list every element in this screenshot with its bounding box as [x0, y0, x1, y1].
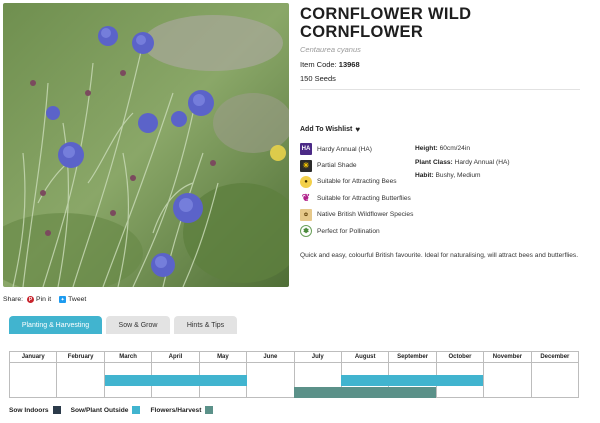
product-description: Quick and easy, colourful British favour… — [300, 252, 579, 259]
heart-icon: ♥ — [355, 125, 361, 134]
wishlist-label: Add To Wishlist — [300, 126, 353, 133]
calendar-month-october: October — [437, 352, 485, 362]
habit-property: Habit: Bushy, Medium — [415, 170, 595, 184]
calendar-month-january: January — [10, 352, 58, 362]
height-property: Height: 60cm/24in — [415, 143, 595, 157]
calendar-month-december: December — [540, 354, 570, 360]
habit-value: Bushy, Medium — [435, 172, 481, 179]
calendar-cell — [247, 363, 295, 398]
calendar-cell — [57, 363, 105, 398]
item-code-value: 13968 — [338, 60, 360, 69]
add-to-wishlist-link[interactable]: Add To Wishlist ♥ — [300, 125, 360, 134]
feature-label: Native British Wildflower Species — [317, 211, 414, 219]
tweet-button[interactable]: ✦ Tweet — [59, 296, 86, 303]
feature-butterflies: ❦ Suitable for Attracting Butterflies — [300, 190, 415, 206]
cornflower-image — [3, 3, 289, 287]
share-bar: Share: P Pin it ✦ Tweet — [3, 296, 86, 303]
legend-swatch-sow-outside — [132, 406, 141, 414]
planting-calendar: January February March April May June July Augu… — [9, 351, 579, 398]
feature-label: Hardy Annual (HA) — [317, 145, 372, 153]
butterfly-icon: ❦ — [300, 192, 312, 205]
legend-swatch-sow-indoors — [52, 406, 61, 414]
item-code: Item Code: 13968 — [300, 60, 595, 69]
tweet-label: Tweet — [68, 296, 87, 303]
feature-native-wildflower: ✿ Native British Wildflower Species — [300, 207, 415, 223]
hardy-annual-icon: HA — [300, 143, 312, 156]
calendar-month-june: June — [247, 352, 295, 362]
tab-planting-harvesting[interactable]: Planting & Harvesting — [9, 316, 102, 334]
seed-count: 150 Seeds — [300, 74, 580, 90]
feature-label: Partial Shade — [317, 162, 357, 170]
height-label: Height: — [415, 145, 438, 152]
feature-pollination: ✽ Perfect for Pollination — [300, 223, 415, 239]
product-properties: Height: 60cm/24in Plant Class: Hardy Ann… — [415, 143, 595, 184]
pinterest-icon: P — [27, 296, 35, 303]
product-info: CORNFLOWER WILD CORNFLOWER Centaurea cya… — [300, 5, 595, 90]
calendar-month-february: February — [57, 352, 105, 362]
calendar-legend: Sow Indoors Sow/Plant Outside Flowers/Ha… — [9, 406, 219, 414]
calendar-month-may: May — [200, 352, 248, 362]
plant-class-property: Plant Class: Hardy Annual (HA) — [415, 157, 595, 171]
calendar-month-march: March — [105, 352, 153, 362]
feature-bees: ● Suitable for Attracting Bees — [300, 174, 415, 190]
calendar-month-april: April — [152, 352, 200, 362]
product-photo — [3, 3, 289, 287]
tab-sow-grow[interactable]: Sow & Grow — [106, 316, 170, 334]
native-wildflower-icon: ✿ — [300, 208, 312, 221]
calendar-month-july: July — [295, 352, 342, 362]
calendar-bar-sow-plant-outside — [341, 375, 484, 386]
calendar-cell — [484, 363, 532, 398]
twitter-icon: ✦ — [59, 296, 67, 303]
calendar-bar-sow-plant-outside — [104, 375, 247, 386]
pinterest-button[interactable]: P Pin it — [27, 296, 51, 303]
feature-label: Perfect for Pollination — [317, 227, 380, 235]
latin-name: Centaurea cyanus — [300, 45, 361, 54]
feature-label: Suitable for Attracting Bees — [317, 178, 397, 186]
product-title: CORNFLOWER WILD CORNFLOWER — [300, 5, 472, 41]
calendar-month-november: November — [484, 352, 532, 362]
plant-class-value: Hardy Annual (HA) — [454, 158, 510, 166]
feature-hardy-annual: HA Hardy Annual (HA) — [300, 141, 415, 157]
legend-label-sow-indoors: Sow Indoors — [9, 406, 49, 414]
calendar-bar-flowers-harvest — [294, 387, 436, 398]
tab-bar: Planting & Harvesting Sow & Grow Hints &… — [9, 316, 237, 334]
share-label: Share: — [3, 296, 24, 303]
partial-shade-icon: ☀ — [300, 159, 312, 172]
feature-partial-shade: ☀ Partial Shade — [300, 157, 415, 173]
legend-swatch-flowers-harvest — [205, 406, 214, 414]
tab-hints-tips[interactable]: Hints & Tips — [174, 316, 237, 334]
calendar-month-september: September — [389, 352, 437, 362]
legend-label-flowers-harvest: Flowers/Harvest — [150, 406, 202, 414]
calendar-cell — [10, 363, 58, 398]
pollination-icon: ✽ — [300, 225, 312, 238]
bee-icon: ● — [300, 175, 312, 188]
feature-label: Suitable for Attracting Butterflies — [317, 194, 411, 202]
item-code-label: Item Code: — [300, 60, 337, 69]
calendar-month-august: August — [342, 352, 390, 362]
plant-class-label: Plant Class: — [415, 158, 453, 166]
calendar-cell — [532, 363, 578, 398]
habit-label: Habit: — [415, 172, 434, 179]
feature-list: HA Hardy Annual (HA) ☀ Partial Shade ● S… — [300, 141, 415, 239]
pin-label: Pin it — [36, 296, 52, 303]
calendar-header: January February March April May June July Augu… — [10, 352, 578, 363]
height-value: 60cm/24in — [439, 145, 470, 152]
legend-label-sow-outside: Sow/Plant Outside — [70, 406, 129, 414]
